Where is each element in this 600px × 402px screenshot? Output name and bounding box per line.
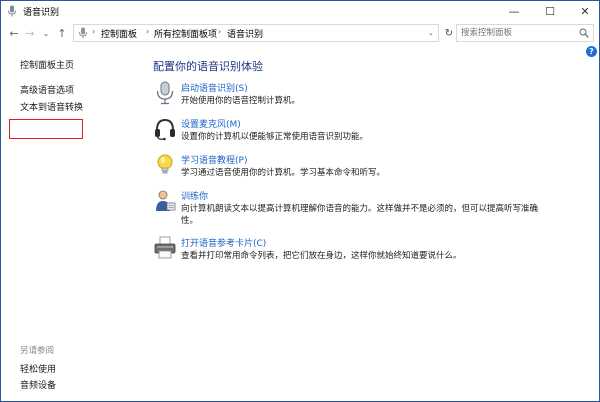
breadcrumb-item[interactable]: 所有控制面板项: [154, 27, 217, 40]
trainer-icon: [156, 190, 176, 211]
microphone-icon: [8, 5, 16, 17]
title-bar: 语音识别 — ☐ ✕: [1, 1, 599, 22]
page-heading: 配置你的语音识别体验: [153, 60, 263, 73]
breadcrumb-item[interactable]: 语音识别: [227, 27, 263, 40]
lightbulb-icon: [157, 154, 173, 174]
microphone-icon: [79, 27, 87, 39]
window: 语音识别 — ☐ ✕ ← → ⌄ ↑ › 控制面板 › 所有控制面板项 › 语音…: [0, 0, 600, 402]
breadcrumb-item[interactable]: 控制面板: [101, 27, 137, 40]
advanced-speech-options-link[interactable]: 高级语音选项: [20, 83, 74, 96]
printer-icon: [154, 236, 176, 259]
train-computer-link[interactable]: 训练你: [181, 189, 208, 202]
highlight-box: [9, 119, 83, 139]
speech-tutorial-link[interactable]: 学习语音教程(P): [181, 153, 247, 166]
breadcrumb-separator: ›: [92, 27, 96, 36]
setup-microphone-link[interactable]: 设置麦克风(M): [181, 117, 241, 130]
search-icon[interactable]: [579, 28, 589, 38]
see-also-heading: 另请参阅: [20, 346, 55, 356]
window-title: 语音识别: [23, 8, 60, 18]
refresh-button[interactable]: ↻: [441, 24, 457, 42]
reference-card-link[interactable]: 打开语音参考卡片(C): [181, 236, 266, 249]
breadcrumb-separator: ›: [218, 27, 222, 36]
train-computer-item: 训练你 向计算机朗读文本以提高计算机理解你语音的能力。这样做并不是必须的，但可以…: [153, 189, 593, 226]
item-description: 向计算机朗读文本以提高计算机理解你语音的能力。这样做并不是必须的，但可以提高听写…: [181, 204, 539, 214]
microphone-icon: [156, 81, 174, 105]
reference-card-item: 打开语音参考卡片(C) 查看并打印常用命令列表，把它们放在身边，这样你就始终知道…: [153, 236, 593, 270]
search-input[interactable]: [461, 27, 571, 39]
control-panel-home-link[interactable]: 控制面板主页: [20, 58, 74, 71]
navigation-bar: ← → ⌄ ↑ › 控制面板 › 所有控制面板项 › 语音识别 ⌄ ↻: [1, 22, 599, 44]
minimize-button[interactable]: —: [500, 1, 528, 22]
history-dropdown[interactable]: ⌄: [39, 25, 53, 41]
back-button[interactable]: ←: [7, 25, 21, 41]
item-description: 学习通过语音使用你的计算机。学习基本命令和听写。: [181, 168, 386, 178]
address-bar[interactable]: › 控制面板 › 所有控制面板项 › 语音识别 ⌄: [73, 24, 439, 42]
search-box[interactable]: [456, 24, 594, 42]
item-description: 设置你的计算机以便能够正常使用语音识别功能。: [181, 132, 369, 142]
speech-tutorial-item: 学习语音教程(P) 学习通过语音使用你的计算机。学习基本命令和听写。: [153, 153, 593, 187]
close-button[interactable]: ✕: [571, 1, 599, 22]
item-description: 查看并打印常用命令列表，把它们放在身边，这样你就始终知道要说什么。: [181, 251, 462, 261]
forward-button[interactable]: →: [23, 25, 37, 41]
item-description: 开始使用你的语音控制计算机。: [181, 96, 301, 106]
breadcrumb-separator: ›: [146, 27, 150, 36]
maximize-button[interactable]: ☐: [536, 1, 564, 22]
setup-microphone-item: 设置麦克风(M) 设置你的计算机以便能够正常使用语音识别功能。: [153, 117, 593, 151]
audio-devices-link[interactable]: 音频设备: [20, 378, 56, 391]
text-to-speech-link[interactable]: 文本到语音转换: [20, 100, 83, 113]
item-description-continued: 性。: [181, 216, 199, 226]
left-pane: 控制面板主页 高级语音选项 文本到语音转换 另请参阅 轻松使用 音频设备: [1, 44, 129, 401]
ease-of-access-link[interactable]: 轻松使用: [20, 362, 56, 375]
start-speech-recognition-link[interactable]: 启动语音识别(S): [181, 81, 248, 94]
start-speech-recognition-item: 启动语音识别(S) 开始使用你的语音控制计算机。: [153, 81, 593, 115]
main-pane: 配置你的语音识别体验 启动语音识别(S) 开始使用你的语音控制计算机。 设置麦克…: [129, 44, 599, 401]
headset-icon: [155, 118, 175, 141]
up-button[interactable]: ↑: [55, 25, 69, 41]
address-dropdown[interactable]: ⌄: [428, 29, 434, 37]
